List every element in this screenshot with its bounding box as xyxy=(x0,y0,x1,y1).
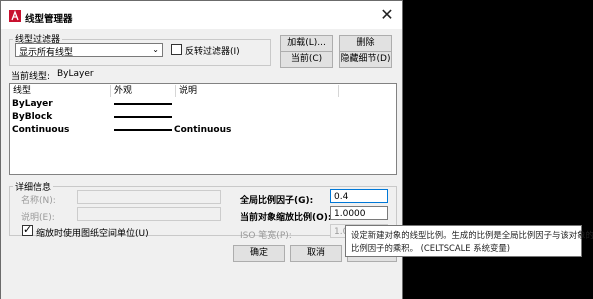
linetype-preview xyxy=(114,103,172,105)
tooltip: 设定新建对象的线型比例。生成的比例是全局比例因子与该对象的 比例因子的乘积。 (… xyxy=(345,225,593,257)
invert-filter-label: 反转过滤器(I) xyxy=(185,47,240,57)
table-row[interactable]: ByLayer xyxy=(12,98,53,111)
tooltip-line-1: 设定新建对象的线型比例。生成的比例是全局比例因子与该对象的 xyxy=(351,230,593,240)
column-header-description[interactable]: 说明 xyxy=(179,84,197,98)
name-label: 名称(N): xyxy=(21,196,56,206)
linetype-manager-dialog: 线型管理器 ✕ 线型过滤器 显示所有线型 ⌄ 反转过滤器(I) 加载(L)...… xyxy=(0,0,403,299)
linetype-preview xyxy=(114,129,172,131)
hide-details-button[interactable]: 隐藏细节(D) xyxy=(339,51,392,68)
linetype-list[interactable]: 线型 外观 说明 ByLayer ByBlock Continuous Cont… xyxy=(9,83,397,175)
global-scale-label: 全局比例因子(G): xyxy=(240,196,314,206)
object-scale-label: 当前对象缩放比例(O): xyxy=(240,213,332,223)
current-linetype-label: 当前线型: xyxy=(11,72,51,82)
object-scale-input[interactable]: 1.0000 xyxy=(330,206,388,220)
cancel-button[interactable]: 取消 xyxy=(290,245,342,262)
title-bar: 线型管理器 ✕ xyxy=(1,1,402,29)
column-header-linetype[interactable]: 线型 xyxy=(13,84,31,98)
row-description: Continuous xyxy=(174,125,232,135)
paperspace-units-checkbox[interactable] xyxy=(22,223,33,236)
autocad-icon xyxy=(9,10,21,22)
invert-filter-checkbox[interactable] xyxy=(171,44,182,55)
table-row[interactable]: ByBlock xyxy=(12,111,52,124)
global-scale-input[interactable]: 0.4 xyxy=(330,189,388,203)
dialog-body: 线型过滤器 显示所有线型 ⌄ 反转过滤器(I) 加载(L)... 删除 当前(C… xyxy=(1,29,402,299)
linetype-preview xyxy=(114,116,172,118)
column-header-appearance[interactable]: 外观 xyxy=(114,84,132,98)
paperspace-units-label: 缩放时使用图纸空间单位(U) xyxy=(36,229,149,239)
chevron-down-icon: ⌄ xyxy=(152,45,159,54)
window-title: 线型管理器 xyxy=(25,14,73,25)
current-button[interactable]: 当前(C) xyxy=(280,51,333,68)
filter-dropdown[interactable]: 显示所有线型 ⌄ xyxy=(15,43,163,58)
load-button[interactable]: 加载(L)... xyxy=(280,35,333,52)
ok-button[interactable]: 确定 xyxy=(233,245,285,262)
details-group-label: 详细信息 xyxy=(13,180,54,193)
global-scale-value: 0.4 xyxy=(334,192,349,202)
iso-pen-label: ISO 笔宽(P): xyxy=(240,231,292,241)
tooltip-line-2: 比例因子的乘积。 (CELTSCALE 系统变量) xyxy=(351,243,510,253)
description-field[interactable] xyxy=(77,207,221,221)
delete-button[interactable]: 删除 xyxy=(339,35,392,52)
filter-selected: 显示所有线型 xyxy=(19,48,74,58)
close-icon[interactable]: ✕ xyxy=(379,7,395,23)
table-row[interactable]: Continuous xyxy=(12,124,69,137)
object-scale-value: 1.0000 xyxy=(334,209,366,219)
current-linetype-value: ByLayer xyxy=(57,69,94,79)
name-field[interactable] xyxy=(77,190,221,204)
description-label: 说明(E): xyxy=(21,213,55,223)
